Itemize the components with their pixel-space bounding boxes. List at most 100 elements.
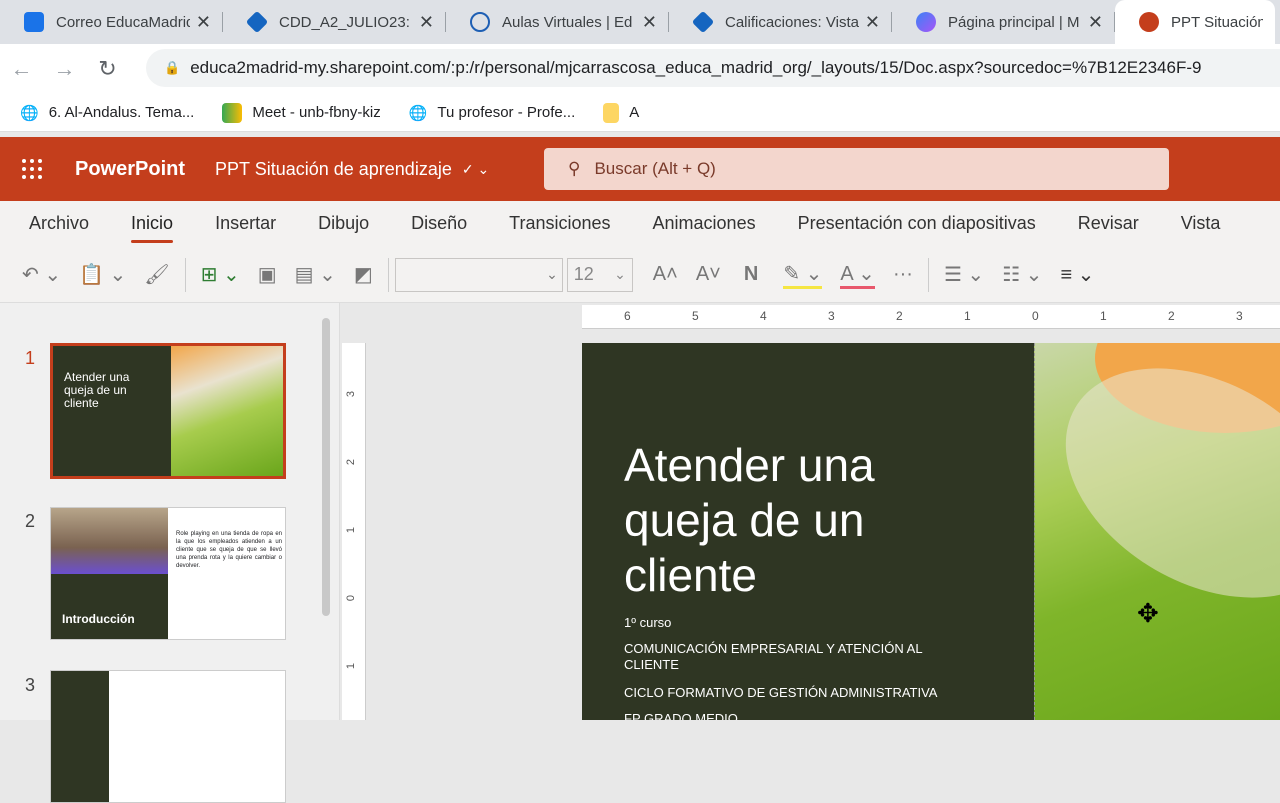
ruler-label: 6 [624, 309, 631, 323]
close-icon[interactable]: ✕ [1088, 12, 1103, 33]
search-input[interactable]: ⚲ Buscar (Alt + Q) [544, 148, 1169, 190]
slide-canvas[interactable]: Atender una queja de un cliente 1º curso… [582, 343, 1280, 720]
font-color-icon[interactable]: A ⌄ [840, 261, 875, 289]
url-input[interactable]: 🔒 educa2madrid-my.sharepoint.com/:p:/r/pe… [146, 49, 1280, 87]
tab-animaciones[interactable]: Animaciones [632, 201, 777, 247]
browser-tab[interactable]: Correo EducaMadrid ✕ [0, 0, 223, 44]
powerpoint-icon [1139, 12, 1159, 32]
slide-subtitle-line[interactable]: 1º curso [624, 615, 964, 631]
bookmark[interactable]: Meet - unb-fbny-kiz [222, 102, 381, 123]
document-title[interactable]: PPT Situación de aprendizaje [215, 159, 452, 180]
app-name[interactable]: PowerPoint [75, 158, 185, 181]
globe-icon: 🌐 [408, 104, 428, 122]
mail-icon [24, 12, 44, 32]
saved-status-icon[interactable]: ✓ ⌄ [462, 161, 489, 178]
font-family-select[interactable]: ⌄ [394, 257, 563, 292]
ruler-label: 1 [345, 662, 358, 670]
reuse-slides-icon[interactable]: ▣ [258, 262, 277, 287]
new-slide-icon[interactable]: ⊞ ⌄ [201, 262, 240, 287]
ruler-label: 0 [345, 594, 358, 602]
tab-archivo[interactable]: Archivo [0, 201, 110, 247]
browser-tab[interactable]: Aulas Virtuales | Ed ✕ [446, 0, 669, 44]
highlight-icon[interactable]: ✎ ⌄ [783, 261, 823, 289]
browser-tab-active[interactable]: PPT Situación d [1115, 0, 1275, 44]
tab-inicio[interactable]: Inicio [110, 201, 194, 247]
slide-subtitle-line[interactable]: CICLO FORMATIVO DE GESTIÓN ADMINISTRATIV… [624, 685, 964, 701]
tab-insertar[interactable]: Insertar [194, 201, 297, 247]
align-icon[interactable]: ≡ ⌄ [1060, 262, 1094, 287]
slide-thumbnails-pane: 1 Atender una queja de un cliente 2 Intr… [0, 303, 340, 803]
slide-title[interactable]: Atender una queja de un cliente [624, 438, 954, 603]
bookmarks-bar: 🌐 6. Al-Andalus. Tema... Meet - unb-fbny-… [0, 94, 1280, 132]
slide-thumbnail-2[interactable]: Introducción Role playing en una tienda … [50, 507, 286, 640]
tab-presentacion[interactable]: Presentación con diapositivas [777, 201, 1057, 247]
browser-tab[interactable]: Calificaciones: Vista ✕ [669, 0, 892, 44]
slide-subtitle-line[interactable]: COMUNICACIÓN EMPRESARIAL Y ATENCIÓN AL C… [624, 641, 964, 673]
numbering-icon[interactable]: ☷ ⌄ [1002, 262, 1042, 287]
thumbnails-scrollbar[interactable] [322, 318, 330, 616]
font-size-select[interactable]: 12 ⌄ [566, 257, 633, 292]
ruler-label: 3 [1236, 309, 1243, 323]
ruler-label: 3 [828, 309, 835, 323]
vertical-ruler: 3 2 1 0 1 [342, 343, 366, 720]
tab-transiciones[interactable]: Transiciones [488, 201, 631, 247]
more-icon[interactable]: ··· [893, 263, 913, 286]
reload-icon[interactable]: ↻ [86, 56, 129, 82]
bookmark-folder[interactable]: A [603, 102, 639, 123]
slide-subtitle-line[interactable]: FP GRADO MEDIO [624, 711, 964, 720]
slide-background-art [1025, 343, 1280, 720]
search-icon: ⚲ [568, 159, 581, 178]
increase-font-icon[interactable]: A˄ [653, 263, 678, 286]
layout-icon[interactable]: ▤ ⌄ [295, 262, 336, 287]
meet-icon [222, 102, 243, 123]
bookmark[interactable]: 🌐 Tu profesor - Profe... [409, 104, 576, 122]
close-icon[interactable]: ✕ [196, 12, 211, 33]
aulas-icon [470, 12, 490, 32]
moodle-icon [691, 10, 715, 34]
tab-revisar[interactable]: Revisar [1057, 201, 1160, 247]
chevron-down-icon: ⌄ [546, 266, 558, 282]
ruler-label: 3 [345, 390, 358, 398]
office-icon [916, 12, 936, 32]
forward-icon[interactable]: → [43, 56, 86, 82]
divider [184, 257, 186, 292]
background-icon[interactable]: ◩ [354, 262, 373, 287]
close-icon[interactable]: ✕ [865, 12, 880, 33]
folder-icon [603, 102, 620, 123]
ruler-label: 2 [896, 309, 903, 323]
divider [387, 257, 389, 292]
tab-dibujo[interactable]: Dibujo [297, 201, 390, 247]
bullets-icon[interactable]: ☰ ⌄ [944, 262, 984, 287]
ruler-label: 4 [760, 309, 767, 323]
ruler-label: 1 [964, 309, 971, 323]
paste-icon[interactable]: 📋 ⌄ [79, 262, 126, 287]
close-icon[interactable]: ✕ [642, 12, 657, 33]
slide-thumbnail-3[interactable] [50, 670, 286, 803]
browser-tab[interactable]: CDD_A2_JULIO23: T ✕ [223, 0, 446, 44]
tab-vista[interactable]: Vista [1160, 201, 1242, 247]
move-cursor-icon: ✥ [1137, 598, 1159, 628]
moodle-icon [245, 10, 269, 34]
slide-thumbnail-1[interactable]: Atender una queja de un cliente [50, 343, 286, 479]
format-painter-icon[interactable]: 🖌 [144, 262, 169, 287]
ruler-label: 2 [1168, 309, 1175, 323]
bookmark[interactable]: 🌐 6. Al-Andalus. Tema... [20, 104, 194, 122]
browser-tab[interactable]: Página principal | M ✕ [892, 0, 1115, 44]
ruler-label: 1 [1100, 309, 1107, 323]
chevron-down-icon: ⌄ [614, 266, 626, 282]
bold-icon[interactable]: N [744, 263, 758, 286]
globe-icon: 🌐 [20, 104, 39, 122]
close-icon[interactable]: ✕ [419, 12, 434, 33]
lock-icon: 🔒 [164, 60, 181, 75]
ruler-label: 0 [1032, 309, 1039, 323]
undo-icon[interactable]: ↶ ⌄ [22, 262, 61, 287]
decrease-font-icon[interactable]: A˅ [696, 263, 721, 286]
ribbon-toolbar: ↶ ⌄ 📋 ⌄ 🖌 ⊞ ⌄ ▣ ▤ ⌄ ◩ ⌄ 12 ⌄ A˄ A˅ N ✎ ⌄ … [0, 247, 1280, 303]
back-icon[interactable]: ← [0, 56, 43, 82]
app-launcher-icon[interactable] [22, 159, 42, 179]
divider [927, 257, 929, 292]
ruler-label: 1 [345, 526, 358, 534]
tab-diseno[interactable]: Diseño [390, 201, 488, 247]
browser-tab-bar: Correo EducaMadrid ✕ CDD_A2_JULIO23: T ✕ A… [0, 0, 1280, 44]
ruler-label: 5 [692, 309, 699, 323]
